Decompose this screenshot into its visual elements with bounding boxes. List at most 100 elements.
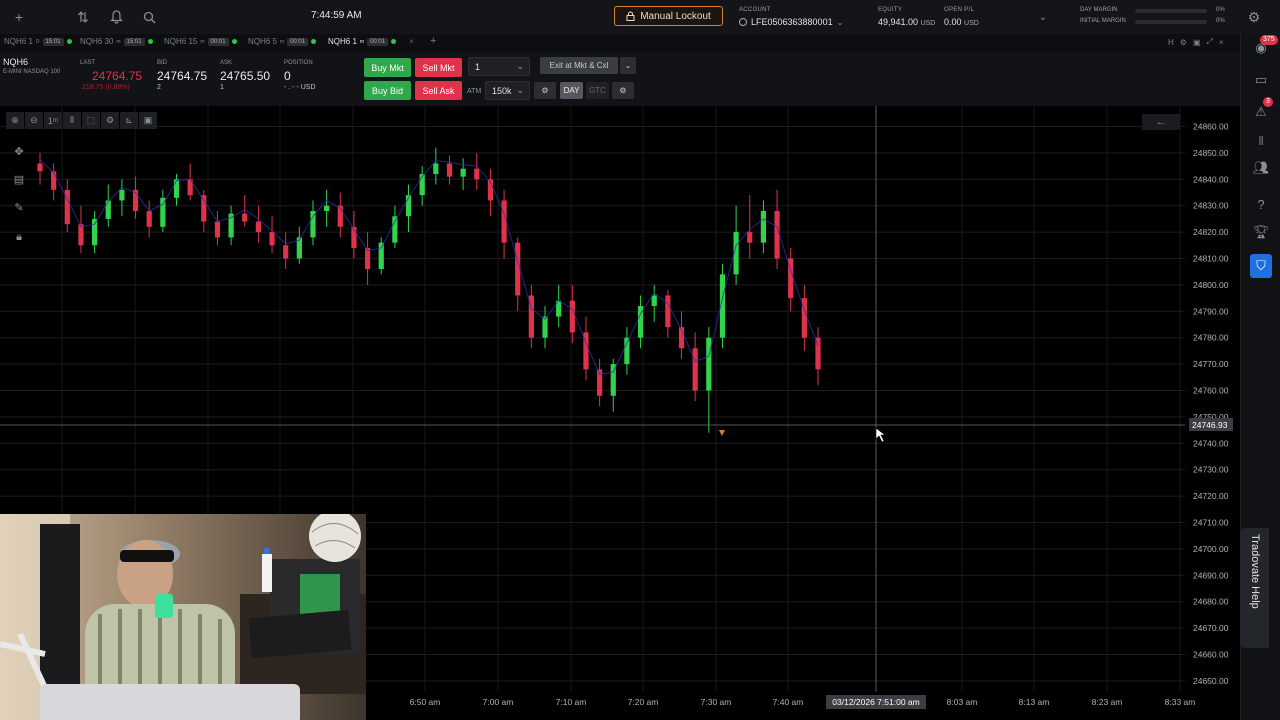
ask-price: 24765.50 [220, 69, 271, 83]
quantity-select[interactable]: 1 ⌄ [468, 57, 530, 76]
candle-body [173, 179, 180, 198]
tab-label: NQH6 1 [328, 37, 357, 46]
select-region-icon[interactable]: ⬚ [82, 112, 100, 129]
close-tab-icon[interactable]: × [409, 37, 414, 46]
search-icon[interactable] [140, 8, 158, 26]
community-icon[interactable]: 👥︎ [1250, 158, 1272, 178]
y-axis-tick-label: 24680.00 [1193, 597, 1229, 607]
popout-icon[interactable]: ⤢ [1207, 37, 1213, 47]
gear-icon[interactable]: ⚙ [612, 82, 634, 99]
status-dot [231, 39, 237, 44]
equity-value: 49,941.00 USD [878, 17, 935, 27]
top-bar: + ⇅ 7:44:59 AM Manual Lockout ACCOUNT LF… [0, 0, 1280, 34]
day-toggle[interactable]: DAY [560, 82, 583, 99]
bars-icon[interactable]: ⫼ [1250, 131, 1272, 151]
account-dropdown-chevron-icon[interactable]: ⌄ [1034, 8, 1052, 26]
symbol-description: E-MINI NASDAQ 100 [3, 69, 61, 75]
moving-average-line [39, 159, 819, 376]
candle-body [283, 245, 289, 259]
atm-select[interactable]: 150k ⌄ [485, 81, 530, 100]
candle-body [446, 163, 453, 177]
x-axis-tick-label: 7:40 am [773, 697, 804, 707]
zoom-in-icon[interactable]: ⊕ [6, 112, 24, 129]
transfer-icon[interactable]: ⇅ [74, 8, 92, 26]
bar-type-icon[interactable]: ⫴ [63, 112, 81, 129]
lock-icon[interactable]: 🔒︎ [10, 228, 28, 246]
y-axis-tick-label: 24760.00 [1193, 386, 1229, 396]
candle-body [146, 210, 152, 227]
exit-dropdown-chevron-icon[interactable]: ⌄ [620, 57, 636, 74]
restore-icon[interactable]: ▣ [1193, 38, 1201, 47]
crosshair-icon[interactable]: ✥ [10, 142, 28, 160]
buy-bid-button[interactable]: Buy Bid [364, 81, 411, 100]
tab-label: NQH6 30 [80, 37, 114, 46]
manual-lockout-button[interactable]: Manual Lockout [614, 6, 723, 26]
settings-sliders-icon[interactable]: ⚙ [1245, 8, 1263, 26]
tab-label: NQH6 5 [248, 37, 277, 46]
day-margin-label: DAY MARGIN [1080, 7, 1118, 13]
day-margin-pct: 0% [1216, 7, 1225, 13]
scroll-to-latest-arrow-icon[interactable]: ← [1142, 114, 1180, 130]
gtc-toggle[interactable]: GTC [586, 82, 609, 99]
tab-nqh6-15m[interactable]: NQH6 15 m 00:01 [164, 37, 237, 46]
candle-body [119, 189, 125, 201]
candle-body [242, 213, 248, 222]
tab-timer: 00:01 [287, 37, 309, 46]
equity-currency: USD [920, 20, 936, 27]
gear-icon[interactable]: ⚙ [1180, 38, 1187, 47]
help-icon[interactable]: ? [1250, 194, 1272, 214]
account-selector[interactable]: LFE0506363880001 ⌄ [739, 17, 843, 27]
zoom-out-icon[interactable]: ⊖ [25, 112, 43, 129]
tab-nqh6-1m[interactable]: NQH6 1m 00:01 × [328, 37, 414, 46]
interval-button[interactable]: 1ᵐ [44, 112, 62, 129]
h-icon[interactable]: H [1168, 38, 1174, 47]
add-icon[interactable]: + [10, 8, 28, 26]
tab-nqh6-5m[interactable]: NQH6 5m 00:01 [248, 37, 317, 46]
candle-body [692, 348, 698, 391]
pencil-icon[interactable]: ✎ [10, 198, 28, 216]
shield-icon[interactable]: ⛉ [1250, 254, 1272, 278]
candle-body [706, 337, 712, 391]
notification-badge: 375 [1260, 35, 1278, 45]
exit-at-mkt-cxl-button[interactable]: Exit at Mkt & Cxl [540, 57, 618, 74]
open-pl-amount: 0.00 [944, 17, 962, 27]
indicators-icon[interactable]: ⊾ [120, 112, 138, 129]
chat-icon[interactable]: ▭ [1250, 70, 1272, 90]
y-axis-tick-label: 24730.00 [1193, 465, 1229, 475]
chevron-down-icon: ⌄ [516, 85, 524, 95]
help-tab[interactable]: Tradovate Help [1241, 528, 1269, 648]
last-price: 24764.75 [92, 69, 143, 83]
webcam-overlay [0, 514, 366, 720]
add-tab-icon[interactable]: + [430, 35, 436, 47]
bell-icon[interactable] [107, 8, 125, 26]
alert-badge: 3 [1263, 97, 1273, 107]
trophy-icon[interactable]: 🏆︎ [1250, 222, 1272, 242]
account-status-icon [739, 18, 747, 26]
y-axis-tick-label: 24670.00 [1193, 623, 1229, 633]
bid-price: 24764.75 [157, 69, 208, 83]
close-icon[interactable]: × [1219, 38, 1224, 47]
buy-mkt-button[interactable]: Buy Mkt [364, 58, 411, 77]
last-label: LAST [80, 60, 96, 66]
gear-icon[interactable]: ⚙ [534, 82, 556, 99]
sell-mkt-button[interactable]: Sell Mkt [415, 58, 462, 77]
account-label: ACCOUNT [739, 7, 771, 13]
tab-sup: m [279, 38, 285, 45]
tab-nqh6-30m[interactable]: NQH6 30 m 15:01 [80, 37, 153, 46]
notes-icon[interactable]: ▤ [10, 170, 28, 188]
y-axis-tick-label: 24780.00 [1193, 333, 1229, 343]
crosshair-price-label: 24746.93 [1192, 420, 1228, 430]
bid-label: BID [157, 60, 168, 66]
tab-nqh6-1d[interactable]: NQH6 1D 15:01 [4, 37, 72, 46]
lockout-label: Manual Lockout [640, 10, 711, 22]
candle-body [255, 221, 261, 233]
x-axis-tick-label: 8:23 am [1092, 697, 1123, 707]
y-axis-tick-label: 24790.00 [1193, 306, 1229, 316]
x-axis-tick-label: 7:10 am [556, 697, 587, 707]
template-icon[interactable]: ▣ [139, 112, 157, 129]
chart-settings-icon[interactable]: ⚙ [101, 112, 119, 129]
x-axis-tick-label: 7:00 am [483, 697, 514, 707]
y-axis-tick-label: 24830.00 [1193, 201, 1229, 211]
sell-ask-button[interactable]: Sell Ask [415, 81, 462, 100]
streamer-video-image [0, 514, 366, 720]
